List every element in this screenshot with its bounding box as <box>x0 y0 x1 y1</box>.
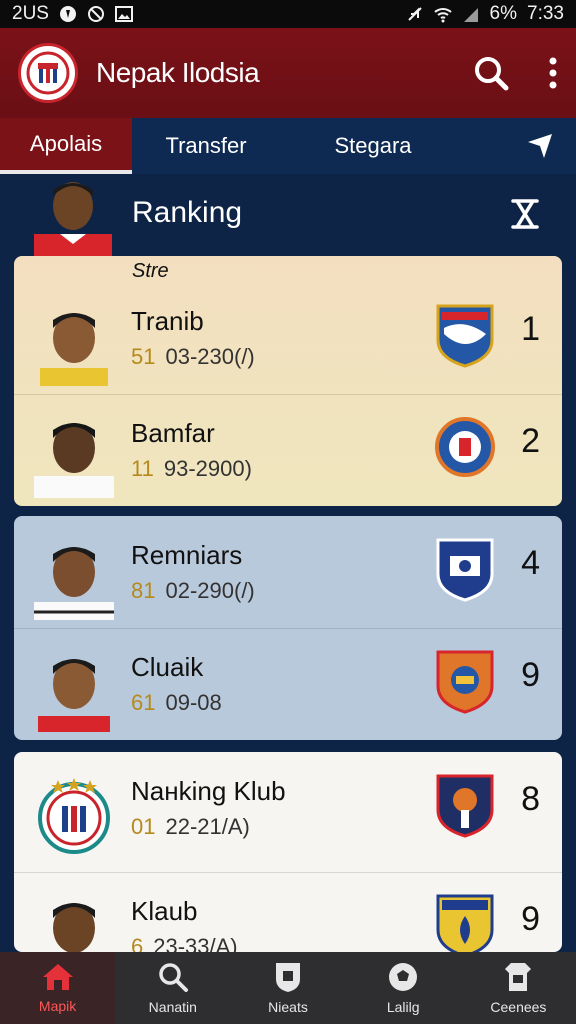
battery-text: 6% <box>489 3 518 24</box>
player-stats: 51 03-230(/) <box>131 344 255 370</box>
nav-mapik[interactable]: Mapik <box>0 952 116 1024</box>
tab-stegara[interactable]: Stegara <box>280 118 466 174</box>
player-number: 61 <box>131 690 156 715</box>
player-name: Cluaik <box>131 652 204 682</box>
player-rank: 9 <box>521 656 540 694</box>
club-crest-icon <box>436 538 494 602</box>
player-row[interactable]: Remniars 81 02-290(/) 4 <box>14 516 562 628</box>
ball-icon <box>389 963 418 991</box>
player-rank: 9 <box>521 900 540 938</box>
club-crest-icon <box>436 304 494 368</box>
filter-icon[interactable] <box>510 198 540 230</box>
player-avatar <box>40 313 108 386</box>
card-subtitle: Stre <box>132 260 169 282</box>
club-badge-icon <box>38 778 110 854</box>
ranking-title: Ranking <box>132 196 243 229</box>
nav-label: Ceenees <box>490 999 547 1015</box>
row-divider <box>14 394 562 395</box>
signal-icon <box>463 8 478 22</box>
image-icon <box>114 6 133 22</box>
notification-icon <box>59 6 76 22</box>
player-stats: 81 02-290(/) <box>131 578 255 604</box>
nav-lalilg[interactable]: Lalilg <box>346 952 461 1024</box>
player-name: Tranib <box>131 306 204 336</box>
player-name: Bamfar <box>131 418 215 448</box>
nav-label: Nieats <box>268 999 308 1015</box>
ranking-card: Stre Tranib 51 03-230(/) 1 Bamfar 11 93-29… <box>14 256 562 506</box>
player-avatar <box>34 547 114 620</box>
club-crest-icon <box>436 894 494 952</box>
nav-nanatin[interactable]: Nanatin <box>115 952 230 1024</box>
club-crest-icon <box>436 650 494 714</box>
shield-icon <box>276 963 300 992</box>
tab-apolais[interactable]: Apolais <box>0 118 132 174</box>
club-logo <box>18 43 78 103</box>
search-icon[interactable] <box>472 54 510 92</box>
more-options-icon[interactable] <box>548 57 558 89</box>
player-stats: 61 09-08 <box>131 690 222 716</box>
nav-nieats[interactable]: Nieats <box>230 952 345 1024</box>
player-record: 02-290(/) <box>165 578 255 603</box>
player-rank: 2 <box>521 422 540 460</box>
player-stats: 01 22-21/А) <box>131 814 250 840</box>
player-number: 11 <box>131 456 154 481</box>
player-row[interactable]: Cluaik 61 09-08 9 <box>14 628 562 740</box>
club-row[interactable]: Naнking Klub 01 22-21/А) 8 <box>14 752 562 864</box>
row-divider <box>14 872 562 873</box>
status-time-left: 2US <box>12 3 49 24</box>
player-avatar <box>38 659 110 732</box>
club-row[interactable]: Klaub 6 23-33/А) 9 <box>14 872 562 952</box>
player-record: 23-33/А) <box>153 934 238 952</box>
app-bar: Nepak Ilodsia <box>0 28 576 118</box>
mute-icon <box>407 7 422 21</box>
bottom-nav: Mapik Nanatin Nieats Lalilg Ceenees <box>0 952 576 1024</box>
player-record: 22-21/А) <box>165 814 250 839</box>
app-title: Nepak Ilodsia <box>96 57 260 88</box>
nav-label: Nanatin <box>148 999 197 1015</box>
player-record: 93-2900) <box>163 456 252 481</box>
player-rank: 1 <box>521 310 540 348</box>
player-rank: 4 <box>521 544 540 582</box>
sync-icon <box>87 6 104 22</box>
club-crest-icon <box>436 774 494 838</box>
nav-ceenees[interactable]: Ceenees <box>461 952 576 1024</box>
send-icon[interactable] <box>526 132 554 160</box>
player-stats: 11 93-2900) <box>131 456 252 482</box>
player-avatar <box>34 423 114 498</box>
player-name: Klaub <box>131 896 198 926</box>
wifi-icon <box>433 8 452 23</box>
tab-transfer[interactable]: Transfer <box>132 118 280 174</box>
player-row[interactable]: Tranib 51 03-230(/) 1 <box>14 282 562 394</box>
search-icon <box>159 963 188 992</box>
nav-label: Mapik <box>38 998 77 1014</box>
ranking-header: Ranking <box>0 174 576 256</box>
player-number: 01 <box>131 814 156 839</box>
status-time: 7:33 <box>527 3 564 24</box>
nav-label: Lalilg <box>386 999 420 1015</box>
status-bar: 2US 6% 7:33 <box>0 0 576 28</box>
home-icon <box>42 964 73 990</box>
row-divider <box>14 628 562 629</box>
header-player-avatar <box>34 182 112 256</box>
jersey-icon <box>505 963 532 991</box>
player-row[interactable]: Bamfar 11 93-2900) 2 <box>14 394 562 506</box>
tab-bar: Apolais Transfer Stegara <box>0 118 576 174</box>
player-rank: 8 <box>521 780 540 818</box>
player-avatar <box>53 903 95 952</box>
club-crest-icon <box>435 417 495 477</box>
player-record: 03-230(/) <box>165 344 255 369</box>
player-name: Remniars <box>131 540 243 570</box>
player-number: 81 <box>131 578 156 603</box>
player-number: 6 <box>131 934 144 952</box>
player-number: 51 <box>131 344 156 369</box>
crest-icon <box>26 51 70 95</box>
ranking-card: Naнking Klub 01 22-21/А) 8 Klaub 6 23-33/А… <box>14 752 562 952</box>
player-record: 09-08 <box>165 690 222 715</box>
player-stats: 6 23-33/А) <box>131 934 238 952</box>
ranking-card: Remniars 81 02-290(/) 4 Cluaik 61 09-08 9 <box>14 516 562 740</box>
player-name: Naнking Klub <box>131 776 286 806</box>
